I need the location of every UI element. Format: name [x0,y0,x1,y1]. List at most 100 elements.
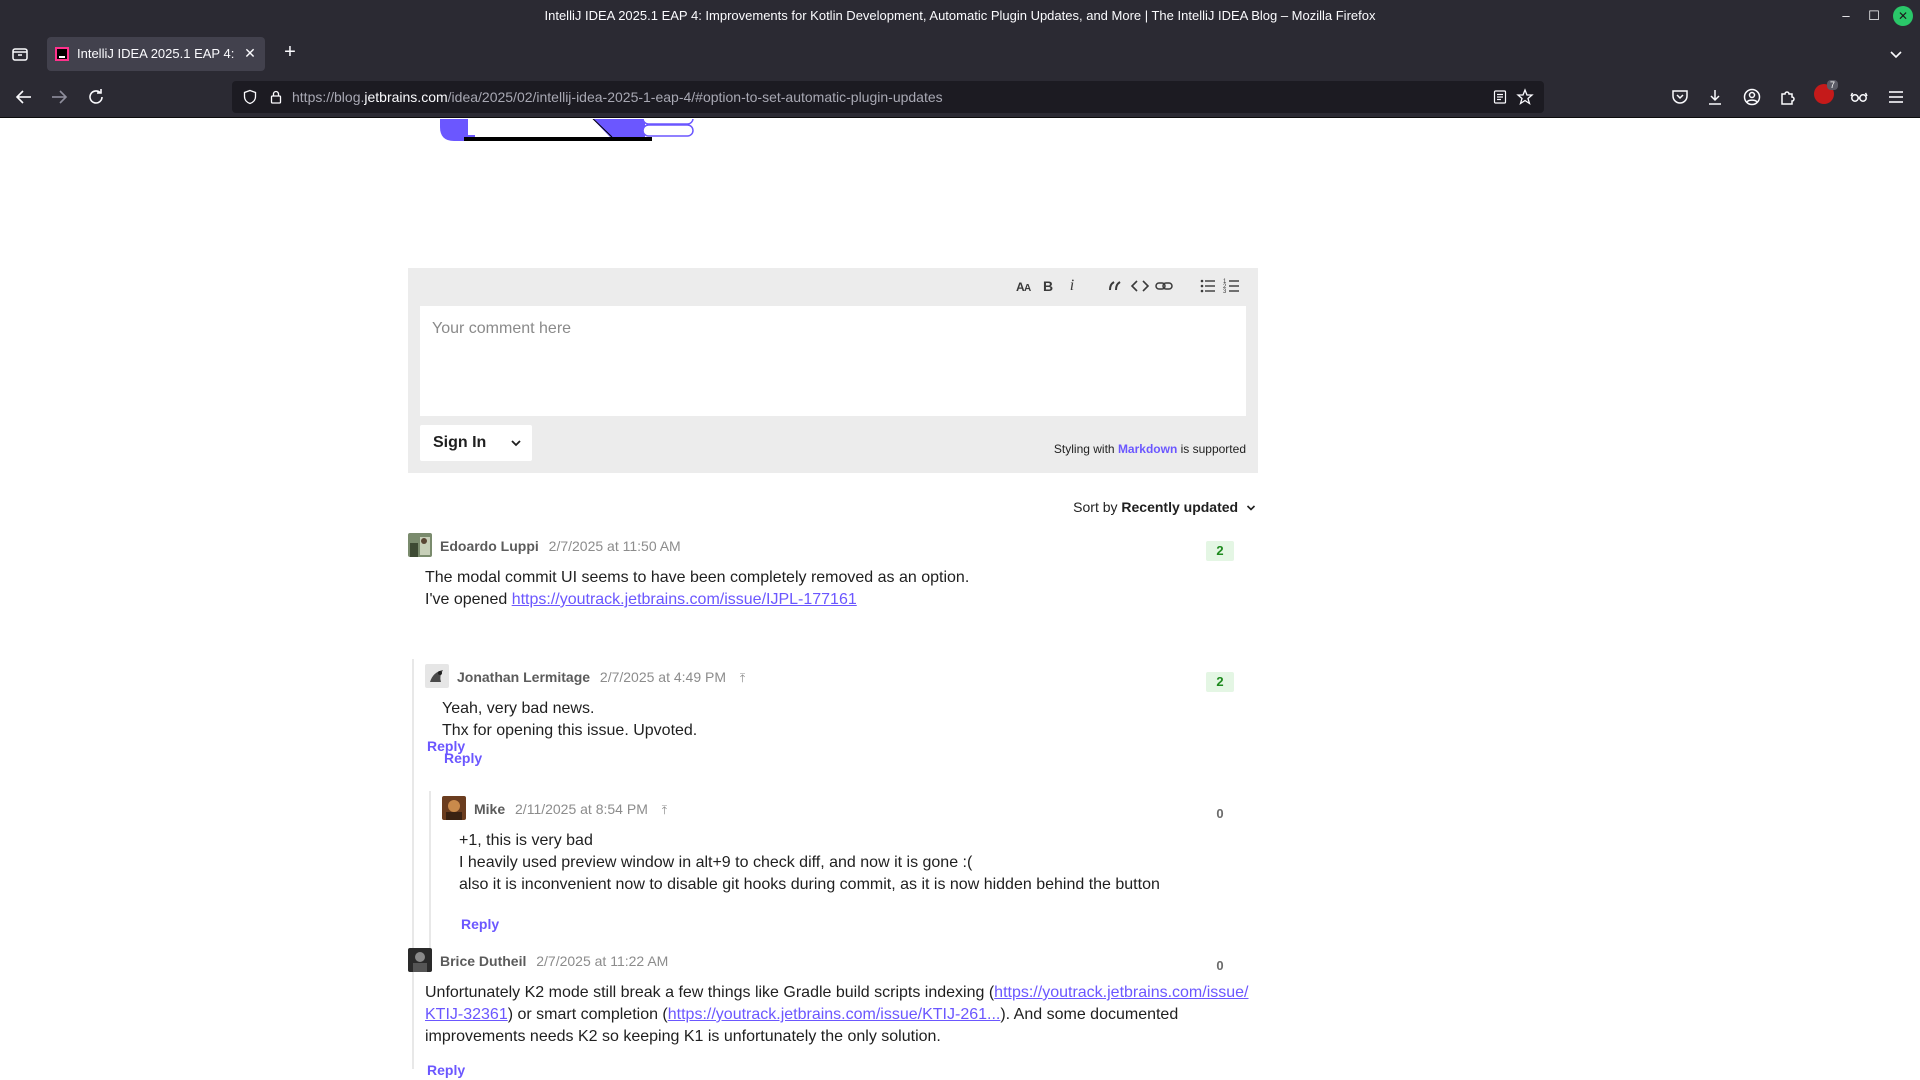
sign-in-label: Sign In [433,434,487,451]
youtrack-link[interactable]: https://youtrack.jetbrains.com/issue/ [994,984,1248,1001]
bulleted-list-icon[interactable] [1198,276,1218,296]
tab-list-icon[interactable] [10,44,30,64]
sort-selector[interactable]: Sort by Recently updated [1073,499,1256,515]
italic-icon[interactable]: i [1062,276,1082,296]
sort-label: Sort by [1073,499,1118,515]
comment-placeholder: Your comment here [432,320,572,337]
reply-button[interactable]: Reply [461,916,499,932]
account-icon[interactable] [1742,87,1762,107]
avatar [425,664,449,688]
lock-icon[interactable] [268,89,284,105]
text-size-icon[interactable]: A A [1014,276,1034,296]
comment-body: The modal commit UI seems to have been c… [425,567,969,611]
markdown-link[interactable]: Markdown [1118,442,1177,456]
downloads-icon[interactable] [1705,87,1725,107]
close-window-button[interactable]: ✕ [1893,6,1913,26]
pocket-icon[interactable] [1670,87,1690,107]
quote-icon[interactable] [1106,276,1126,296]
comment-body: +1, this is very bad I heavily used prev… [459,830,1160,896]
comment-text: +1, this is very bad [459,832,593,849]
comment-textarea[interactable]: Your comment here [420,306,1246,416]
reader-view-icon[interactable] [1492,89,1508,105]
tracking-protection-shield-icon[interactable] [242,89,258,105]
reply-button[interactable]: Reply [427,1062,465,1078]
chevron-down-icon [511,440,521,447]
reload-icon[interactable] [85,86,107,108]
youtrack-link[interactable]: https://youtrack.jetbrains.com/issue/IJP… [512,591,857,608]
maximize-button[interactable]: ☐ [1864,6,1884,26]
ublock-extension-icon[interactable]: 7 [1814,80,1838,104]
tab-close-icon[interactable]: ✕ [241,44,259,62]
comment-text: I've opened https://youtrack.jetbrains.c… [425,591,857,608]
forward-arrow-icon[interactable] [48,86,70,108]
tab-title: IntelliJ IDEA 2025.1 EAP 4: I [77,46,237,61]
list-all-tabs-chevron-icon[interactable] [1886,44,1906,64]
comment-date[interactable]: 2/11/2025 at 8:54 PM [515,801,648,817]
comment-meta: Brice Dutheil 2/7/2025 at 11:22 AM [440,953,668,969]
bookmark-star-icon[interactable] [1516,88,1534,106]
comment-editor: A A B i 1 2 3 Your comment here Sign In … [408,268,1258,473]
window-title: IntelliJ IDEA 2025.1 EAP 4: Improvements… [544,8,1376,23]
link-icon[interactable] [1154,276,1174,296]
comment-mike: Mike 2/11/2025 at 8:54 PM ⤒ 0 +1, this i… [442,796,1238,946]
article-illustration [440,119,694,141]
comment-text: Thx for opening this issue. Upvoted. [442,722,698,739]
new-tab-button[interactable]: + [280,42,300,62]
comment-text: I heavily used preview window in alt+9 t… [459,854,973,871]
extension-badge-count: 7 [1826,80,1838,90]
jetbrains-favicon-icon [55,47,69,61]
comment-text: Yeah, very bad news. [442,700,595,717]
comment-meta: Edoardo Luppi 2/7/2025 at 11:50 AM [440,538,681,554]
hamburger-menu-icon[interactable] [1886,87,1906,107]
comment-meta: Jonathan Lermitage 2/7/2025 at 4:49 PM ⤒ [457,669,745,686]
vote-count[interactable]: 0 [1206,956,1234,976]
vote-count[interactable]: 0 [1206,804,1234,824]
comment-text: KTIJ-32361) or smart completion (https:/… [425,1006,1179,1023]
youtrack-link[interactable]: KTIJ-32361 [425,1006,508,1023]
markdown-note: Styling with Markdown is supported [1053,442,1246,456]
back-arrow-icon[interactable] [13,86,35,108]
vote-count[interactable]: 2 [1206,672,1234,692]
navigation-toolbar: https://blog.jetbrains.com/idea/2025/02/… [0,76,1920,118]
glasses-extension-icon[interactable] [1849,87,1869,107]
comment-body: Unfortunately K2 mode still break a few … [425,982,1255,1048]
sort-value[interactable]: Recently updated [1121,499,1238,515]
comment-author[interactable]: Mike [474,801,505,817]
tab-intellij-blog[interactable]: IntelliJ IDEA 2025.1 EAP 4: I ✕ [47,37,265,71]
avatar [408,948,432,972]
thread-line [429,791,431,951]
svg-text:A: A [1024,283,1031,294]
sign-in-button[interactable]: Sign In [420,425,532,461]
comment-date[interactable]: 2/7/2025 at 11:50 AM [549,538,681,554]
jump-to-parent-icon[interactable]: ⤒ [740,671,745,686]
comment-author[interactable]: Brice Dutheil [440,953,526,969]
bold-icon[interactable]: B [1038,276,1058,296]
comment-brice-dutheil: Brice Dutheil 2/7/2025 at 11:22 AM 0 Unf… [408,948,1258,1080]
address-bar[interactable]: https://blog.jetbrains.com/idea/2025/02/… [232,81,1544,113]
comment-meta: Mike 2/11/2025 at 8:54 PM ⤒ [474,801,667,818]
comment-text: also it is inconvenient now to disable g… [459,876,1160,893]
svg-text:3: 3 [1223,289,1227,295]
comment-text: improvements needs K2 so keeping K1 is u… [425,1028,941,1045]
youtrack-link[interactable]: https://youtrack.jetbrains.com/issue/KTI… [668,1006,1001,1023]
comment-date[interactable]: 2/7/2025 at 11:22 AM [536,953,668,969]
tab-bar: IntelliJ IDEA 2025.1 EAP 4: I ✕ + [0,32,1920,76]
jump-to-parent-icon[interactable]: ⤒ [662,803,667,818]
chevron-down-icon [1246,505,1256,511]
extensions-puzzle-icon[interactable] [1778,87,1798,107]
code-icon[interactable] [1130,276,1150,296]
window-titlebar: IntelliJ IDEA 2025.1 EAP 4: Improvements… [0,0,1920,32]
numbered-list-icon[interactable]: 1 2 3 [1222,276,1242,296]
page-content: A A B i 1 2 3 Your comment here Sign In … [0,119,1920,1080]
comment-body: Yeah, very bad news. Thx for opening thi… [442,698,697,742]
comment-jonathan-lermitage: Jonathan Lermitage 2/7/2025 at 4:49 PM ⤒… [425,664,1238,784]
vote-count[interactable]: 2 [1206,541,1234,561]
comment-author[interactable]: Jonathan Lermitage [457,669,590,685]
comment-text: The modal commit UI seems to have been c… [425,569,970,586]
comment-date[interactable]: 2/7/2025 at 4:49 PM [600,669,726,685]
minimize-button[interactable]: – [1836,6,1856,26]
comment-author[interactable]: Edoardo Luppi [440,538,539,554]
reply-button[interactable]: Reply [444,750,482,766]
url-text[interactable]: https://blog.jetbrains.com/idea/2025/02/… [292,89,943,105]
comment-text: Unfortunately K2 mode still break a few … [425,984,1249,1001]
